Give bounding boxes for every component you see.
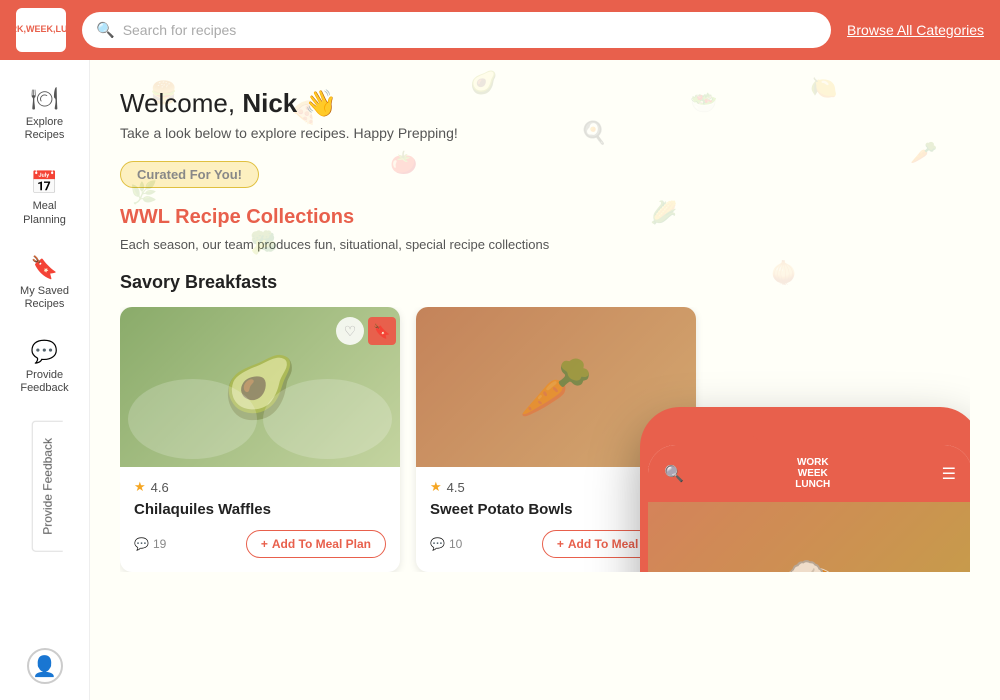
plus-icon: + (261, 537, 268, 551)
star-icon-2: ★ (430, 479, 442, 495)
explore-icon: 🍽 (31, 86, 59, 112)
phone-menu-icon: ☰ (942, 464, 956, 484)
search-icon: 🔍 (96, 21, 115, 39)
feedback-icon: 💬 (31, 339, 58, 365)
recipe-row: 🥑 ♡ 🔖 ★ 4.6 Chilaquiles Waffles (120, 307, 970, 572)
comment-num-sweet-potato: 10 (449, 537, 462, 551)
heart-button-chilaquiles[interactable]: ♡ (336, 317, 364, 345)
phone-overlay: 🔍 workweeklunch ☰ 🍛 Easy Butter Chicken/… (640, 407, 970, 572)
collections-title: WWL Recipe Collections (120, 206, 970, 229)
recipe-name-chilaquiles: Chilaquiles Waffles (134, 501, 386, 518)
recipe-card-chilaquiles: 🥑 ♡ 🔖 ★ 4.6 Chilaquiles Waffles (120, 307, 400, 572)
recipe-image-chilaquiles: 🥑 ♡ 🔖 (120, 307, 400, 467)
comment-num-chilaquiles: 19 (153, 537, 166, 551)
wave-emoji: 👋 (305, 88, 337, 118)
comment-count-sweet-potato: 💬 10 (430, 537, 462, 551)
phone-recipe-image: 🍛 (648, 502, 970, 572)
section-savory-title: Savory Breakfasts (120, 272, 970, 293)
rating-value-sweet-potato: 4.5 (447, 480, 465, 495)
meal-planning-icon: 📅 (31, 170, 58, 196)
welcome-section: Welcome, Nick 👋 Take a look below to exp… (120, 88, 970, 141)
bookmark-button-chilaquiles[interactable]: 🔖 (368, 317, 396, 345)
sidebar-bottom: 👤 (27, 648, 63, 700)
logo[interactable]: work,week,lunch (16, 8, 66, 52)
rating-chilaquiles: ★ 4.6 (134, 479, 386, 495)
main-layout: 🍽 ExploreRecipes 📅 MealPlanning 🔖 My Sav… (0, 60, 1000, 700)
sidebar-label-meal-planning: MealPlanning (23, 200, 66, 226)
user-avatar[interactable]: 👤 (27, 648, 63, 684)
sidebar: 🍽 ExploreRecipes 📅 MealPlanning 🔖 My Sav… (0, 60, 90, 700)
comment-count-chilaquiles: 💬 19 (134, 537, 166, 551)
collections-desc: Each season, our team produces fun, situ… (120, 237, 970, 252)
sidebar-label-feedback: ProvideFeedback (20, 369, 68, 395)
star-icon: ★ (134, 479, 146, 495)
search-placeholder: Search for recipes (123, 22, 237, 38)
header: work,week,lunch 🔍 Search for recipes Bro… (0, 0, 1000, 60)
sidebar-item-feedback[interactable]: 💬 ProvideFeedback (5, 329, 85, 405)
sidebar-item-meal-planning[interactable]: 📅 MealPlanning (5, 160, 85, 236)
plus-icon-2: + (557, 537, 564, 551)
search-bar[interactable]: 🔍 Search for recipes (82, 12, 831, 48)
main-content: 🍔 🍕 🥑 🍳 🥗 🍋 🥕 🌿 🥦 🍅 🌽 🧅 🥒 🫑 🧄 Welcome, N… (90, 60, 1000, 700)
avatar-icon: 👤 (32, 654, 57, 679)
phone-header: 🔍 workweeklunch ☰ (648, 445, 970, 502)
phone-search-icon: 🔍 (664, 464, 684, 484)
sidebar-item-explore[interactable]: 🍽 ExploreRecipes (5, 76, 85, 152)
recipe-info-chilaquiles: ★ 4.6 Chilaquiles Waffles 💬 19 + Add To … (120, 467, 400, 572)
add-label-chilaquiles: Add To Meal Plan (272, 537, 371, 551)
saved-icon: 🔖 (31, 255, 58, 281)
add-to-meal-plan-chilaquiles[interactable]: + Add To Meal Plan (246, 530, 386, 558)
sidebar-item-saved[interactable]: 🔖 My SavedRecipes (5, 245, 85, 321)
phone-frame: 🔍 workweeklunch ☰ 🍛 Easy Butter Chicken/… (640, 407, 970, 572)
welcome-subtitle: Take a look below to explore recipes. Ha… (120, 125, 970, 141)
phone-logo: workweeklunch (795, 457, 830, 490)
feedback-tab[interactable]: Provide Feedback (32, 421, 63, 552)
welcome-title: Welcome, Nick 👋 (120, 88, 970, 119)
comment-icon: 💬 (134, 537, 149, 551)
phone-screen: 🔍 workweeklunch ☰ 🍛 Easy Butter Chicken/… (648, 445, 970, 572)
browse-all-categories-link[interactable]: Browse All Categories (847, 22, 984, 38)
curated-badge[interactable]: Curated For You! (120, 161, 259, 188)
welcome-name: Nick (242, 88, 297, 118)
sidebar-label-explore: ExploreRecipes (25, 116, 65, 142)
logo-text: work,week,lunch (0, 25, 87, 35)
rating-value-chilaquiles: 4.6 (151, 480, 169, 495)
comment-icon-2: 💬 (430, 537, 445, 551)
sidebar-label-saved: My SavedRecipes (20, 285, 69, 311)
recipe-footer-chilaquiles: 💬 19 + Add To Meal Plan (134, 530, 386, 558)
phone-notch (750, 421, 870, 441)
welcome-prefix: Welcome, (120, 88, 242, 118)
